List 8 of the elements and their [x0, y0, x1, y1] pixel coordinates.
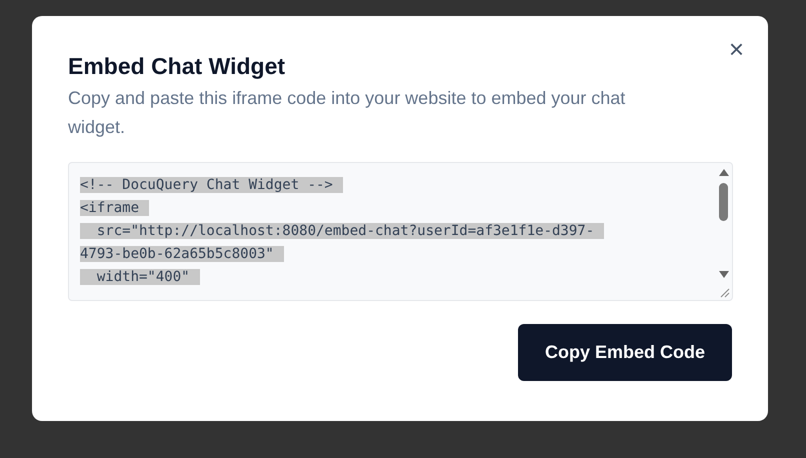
close-button[interactable]: ×	[728, 36, 744, 62]
dialog-title: Embed Chat Widget	[68, 52, 286, 81]
scroll-up-icon[interactable]	[718, 167, 730, 177]
code-textarea[interactable]: <!-- DocuQuery Chat Widget --> <iframe src="http://localhost:8080/embed-chat?userId=af3e1f1e-d397- 4793-be0b-62a65b5c8003" width="400"	[68, 162, 733, 301]
scroll-down-icon[interactable]	[718, 270, 730, 280]
dialog-description: Copy and paste this iframe code into your website to embed your chat widget.	[68, 87, 626, 139]
copy-embed-code-button[interactable]: Copy Embed Code	[518, 324, 732, 381]
scrollbar-thumb[interactable]	[719, 183, 728, 221]
